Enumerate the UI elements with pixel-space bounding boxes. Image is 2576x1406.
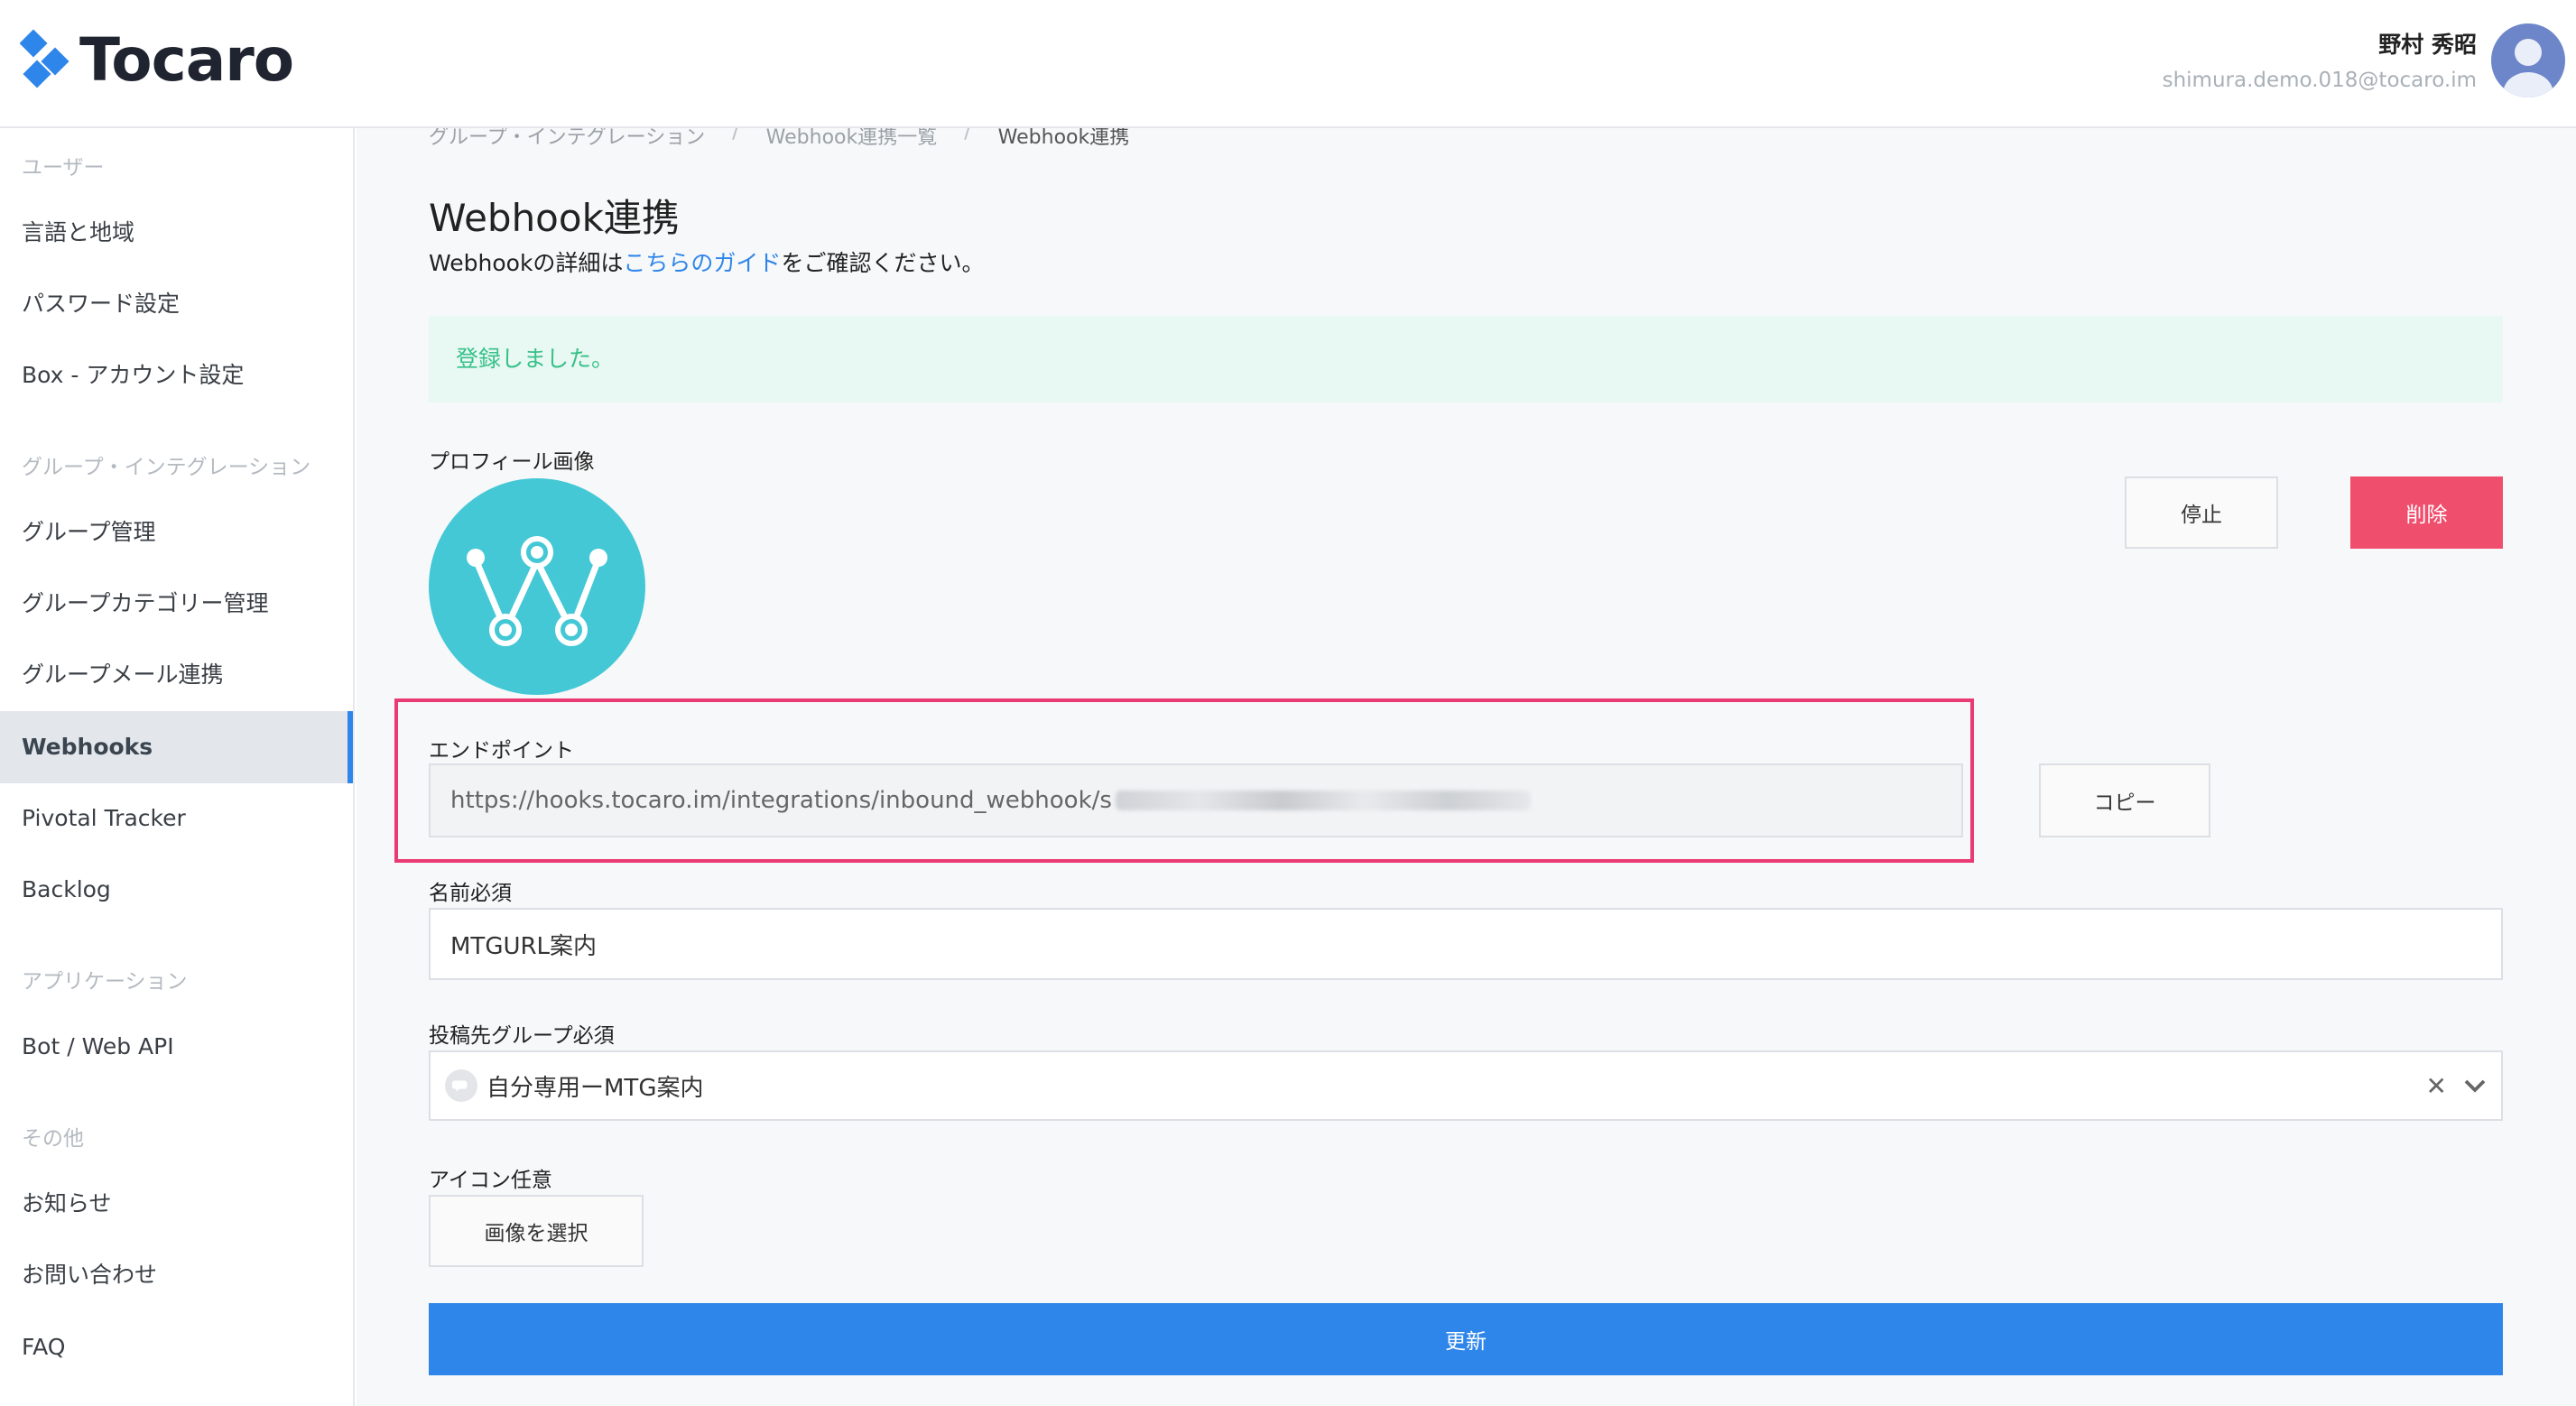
sidebar: ユーザー 言語と地域 パスワード設定 Box - アカウント設定 グループ・イン… [0, 128, 355, 1406]
profile-image [429, 478, 645, 695]
sidebar-item-backlog[interactable]: Backlog [0, 854, 353, 926]
endpoint-redacted-token [1115, 791, 1531, 810]
chat-bubble-icon [445, 1069, 477, 1102]
profile-image-label: プロフィール画像 [429, 450, 595, 474]
logo-text: Tocaro [79, 25, 294, 95]
copy-button[interactable]: コピー [2039, 763, 2210, 837]
tocaro-logo[interactable]: Tocaro [20, 25, 294, 95]
user-name: 野村 秀昭 [2378, 32, 2477, 58]
user-avatar[interactable] [2491, 23, 2565, 97]
sidebar-item-box-account[interactable]: Box - アカウント設定 [0, 339, 353, 412]
clear-icon[interactable]: ✕ [2426, 1071, 2447, 1101]
sidebar-item-news[interactable]: お知らせ [0, 1168, 353, 1240]
page-description: Webhookの詳細はこちらのガイドをご確認ください。 [429, 245, 984, 278]
description-prefix: Webhookの詳細は [429, 250, 624, 276]
choose-image-button[interactable]: 画像を選択 [429, 1195, 644, 1267]
sidebar-item-password[interactable]: パスワード設定 [0, 268, 353, 340]
sidebar-item-group-category[interactable]: グループカテゴリー管理 [0, 568, 353, 640]
name-label: 名前必須 [429, 882, 512, 905]
sidebar-section-group-integration: グループ・インテグレーション [22, 456, 311, 479]
name-input[interactable]: MTGURL案内 [429, 908, 2503, 980]
sidebar-item-language-region[interactable]: 言語と地域 [0, 197, 353, 269]
group-select-value: 自分専用ーMTG案内 [486, 1074, 704, 1102]
sidebar-item-group-mail[interactable]: グループメール連携 [0, 639, 353, 711]
sidebar-section-application: アプリケーション [22, 970, 188, 994]
delete-button[interactable]: 削除 [2350, 476, 2503, 549]
page-title: Webhook連携 [429, 196, 680, 240]
sidebar-item-pivotal-tracker[interactable]: Pivotal Tracker [0, 782, 353, 855]
update-button[interactable]: 更新 [429, 1303, 2503, 1375]
select-controls: ✕ [2426, 1052, 2488, 1119]
stop-button[interactable]: 停止 [2125, 476, 2278, 549]
user-silhouette-icon [2503, 39, 2553, 97]
success-alert: 登録しました。 [429, 316, 2503, 402]
sidebar-item-faq[interactable]: FAQ [0, 1311, 353, 1383]
sidebar-item-bot-web-api[interactable]: Bot / Web API [0, 1011, 353, 1083]
tocaro-logo-icon [20, 28, 69, 88]
chevron-down-icon[interactable] [2461, 1072, 2488, 1099]
app-header: Tocaro 野村 秀昭 shimura.demo.018@tocaro.im [0, 0, 2576, 128]
guide-link[interactable]: こちらのガイド [623, 250, 781, 276]
user-email: shimura.demo.018@tocaro.im [2162, 69, 2477, 92]
group-select[interactable]: 自分専用ーMTG案内 ✕ [429, 1050, 2503, 1121]
sidebar-item-contact[interactable]: お問い合わせ [0, 1239, 353, 1311]
sidebar-item-group-management[interactable]: グループ管理 [0, 496, 353, 569]
icon-label: アイコン任意 [429, 1169, 552, 1192]
sidebar-section-user: ユーザー [22, 156, 105, 180]
webhook-w-icon [467, 536, 607, 646]
main-content: グループ・インテグレーション / Webhook連携一覧 / Webhook連携… [357, 121, 2576, 1406]
endpoint-value: https://hooks.tocaro.im/integrations/inb… [450, 787, 1112, 814]
group-label: 投稿先グループ必須 [429, 1024, 615, 1048]
sidebar-item-webhooks[interactable]: Webhooks [0, 711, 353, 783]
endpoint-label: エンドポイント [429, 739, 574, 763]
endpoint-field[interactable]: https://hooks.tocaro.im/integrations/inb… [429, 763, 1963, 837]
sidebar-section-other: その他 [22, 1127, 84, 1151]
description-suffix: をご確認ください。 [781, 250, 985, 276]
